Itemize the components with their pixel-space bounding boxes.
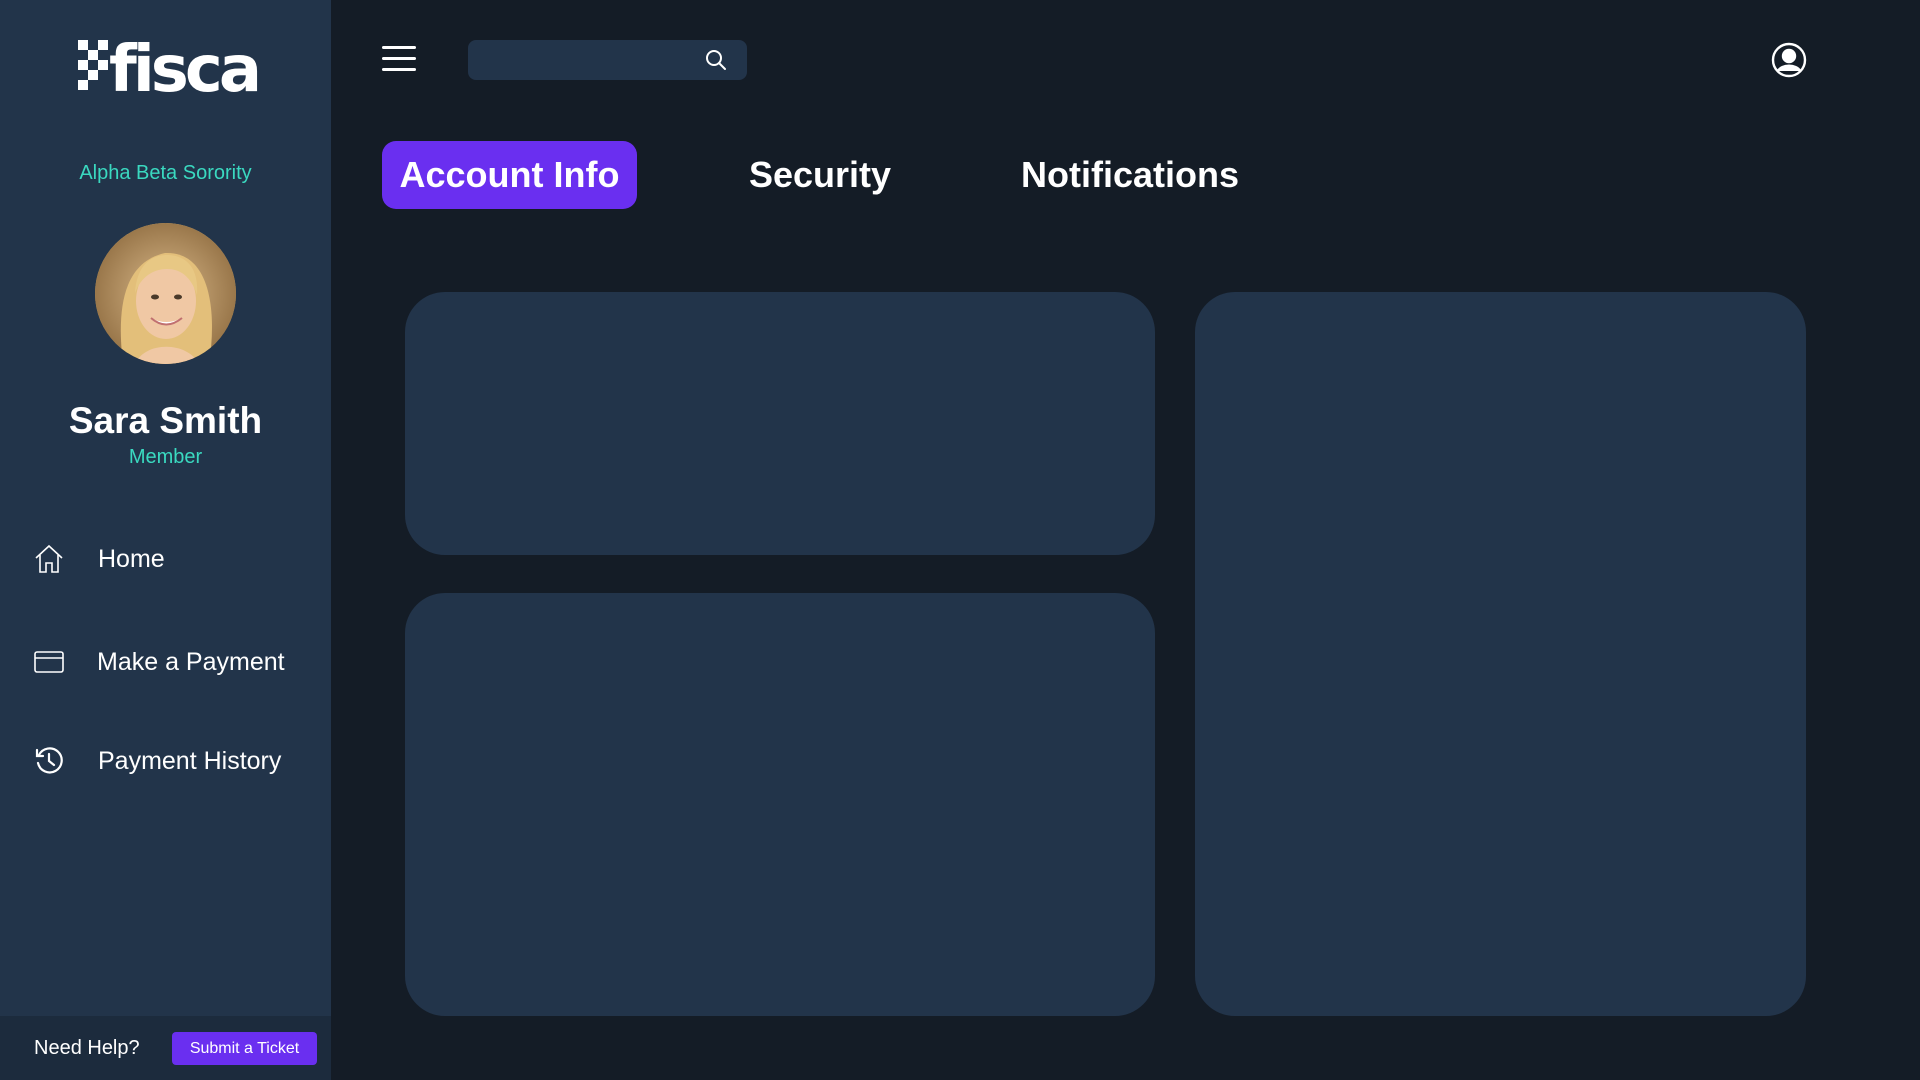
credit-card-icon	[32, 645, 66, 679]
history-icon	[32, 744, 66, 778]
user-role: Member	[128, 446, 203, 468]
content-card-top-left	[405, 292, 1155, 555]
sidebar-item-label: Home	[98, 544, 165, 573]
search-bar[interactable]	[468, 40, 747, 80]
content-card-bottom-left	[405, 593, 1155, 1016]
logo-text: fisca	[109, 33, 262, 107]
help-bar: Need Help? Submit a Ticket	[0, 1016, 331, 1080]
search-icon[interactable]	[705, 49, 727, 71]
need-help-text: Need Help?	[34, 1036, 140, 1059]
tab-security[interactable]: Security	[730, 141, 910, 209]
tab-notifications[interactable]: Notifications	[1010, 141, 1250, 209]
user-profile-icon[interactable]	[1771, 42, 1807, 78]
logo-mark-icon	[78, 40, 108, 100]
menu-icon[interactable]	[382, 46, 416, 74]
fisca-logo[interactable]: fisca	[78, 33, 262, 107]
search-input[interactable]	[468, 40, 688, 80]
user-name: Sara Smith	[68, 400, 263, 441]
sidebar-item-label: Make a Payment	[97, 647, 285, 676]
tab-account-info[interactable]: Account Info	[382, 141, 637, 209]
sidebar-item-home[interactable]: Home	[32, 539, 165, 579]
home-icon	[32, 542, 66, 576]
avatar-portrait	[95, 223, 236, 364]
sidebar-item-label: Payment History	[98, 746, 282, 775]
content-card-right	[1195, 292, 1806, 1016]
sidebar-item-payment-history[interactable]: Payment History	[32, 741, 281, 781]
sidebar-item-make-a-payment[interactable]: Make a Payment	[32, 642, 285, 682]
organization-name: Alpha Beta Sorority	[79, 162, 252, 184]
sidebar: fisca Alpha Beta Sorority Sara Smith Mem…	[0, 0, 331, 1080]
submit-ticket-button[interactable]: Submit a Ticket	[172, 1032, 317, 1065]
avatar	[95, 223, 236, 364]
